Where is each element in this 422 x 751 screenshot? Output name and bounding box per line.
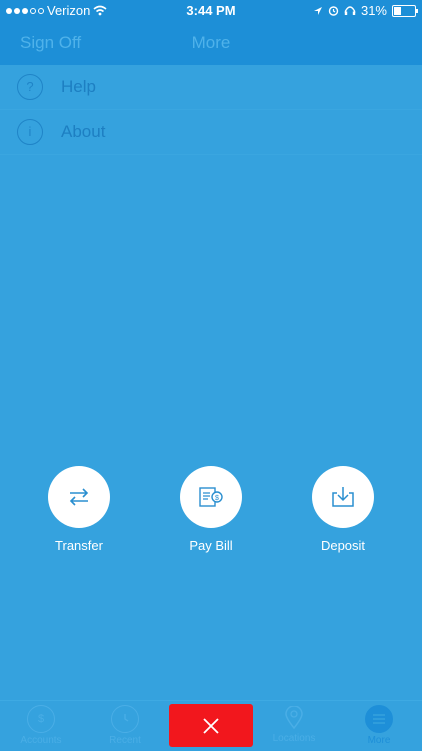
status-right: 31% [313, 3, 418, 18]
menu-item-about[interactable]: i About [0, 110, 422, 155]
tab-label: Accounts [20, 735, 62, 746]
pay-bill-button[interactable]: $ Pay Bill [161, 466, 261, 553]
nav-bar: Sign Off More [0, 22, 422, 65]
clock-icon [111, 705, 139, 733]
tab-label: More [367, 735, 391, 746]
dollar-circle-icon: $ [27, 705, 55, 733]
tab-label: Locations [272, 733, 316, 744]
battery-percent: 31% [360, 3, 387, 18]
menu-lines-icon [365, 705, 393, 733]
tab-more[interactable]: More [339, 705, 419, 746]
help-icon: ? [17, 74, 43, 100]
deposit-tray-icon [332, 487, 354, 507]
close-icon [203, 717, 219, 734]
close-button[interactable] [169, 704, 253, 747]
headphones-icon [344, 6, 356, 15]
more-menu: ? Help i About [0, 65, 422, 155]
status-bar: Verizon 3:44 PM 31% [0, 0, 422, 22]
info-icon: i [17, 119, 43, 145]
menu-item-label: About [61, 122, 106, 141]
tab-recent[interactable]: Recent [85, 705, 165, 746]
transfer-circle[interactable] [48, 466, 110, 528]
battery-fill [394, 6, 401, 15]
pay-bill-label: Pay Bill [189, 538, 233, 553]
deposit-label: Deposit [320, 538, 366, 553]
location-arrow-icon [313, 6, 322, 15]
battery-icon [392, 4, 418, 17]
menu-item-help[interactable]: ? Help [0, 65, 422, 110]
transfer-label: Transfer [55, 538, 103, 553]
svg-text:$: $ [215, 495, 219, 502]
bill-dollar-icon: $ [199, 487, 223, 507]
transfer-button[interactable]: Transfer [29, 466, 129, 553]
menu-item-label: Help [61, 77, 96, 96]
page-title: More [191, 33, 231, 52]
map-pin-icon [281, 705, 307, 731]
transfer-arrows-icon [69, 488, 89, 506]
alarm-icon [328, 6, 339, 16]
deposit-button[interactable]: Deposit [293, 466, 393, 553]
tab-locations[interactable]: Locations [254, 705, 334, 744]
tab-label: Recent [109, 735, 141, 746]
deposit-circle[interactable] [312, 466, 374, 528]
tab-accounts[interactable]: $ Accounts [1, 705, 81, 746]
pay-bill-circle[interactable]: $ [180, 466, 242, 528]
